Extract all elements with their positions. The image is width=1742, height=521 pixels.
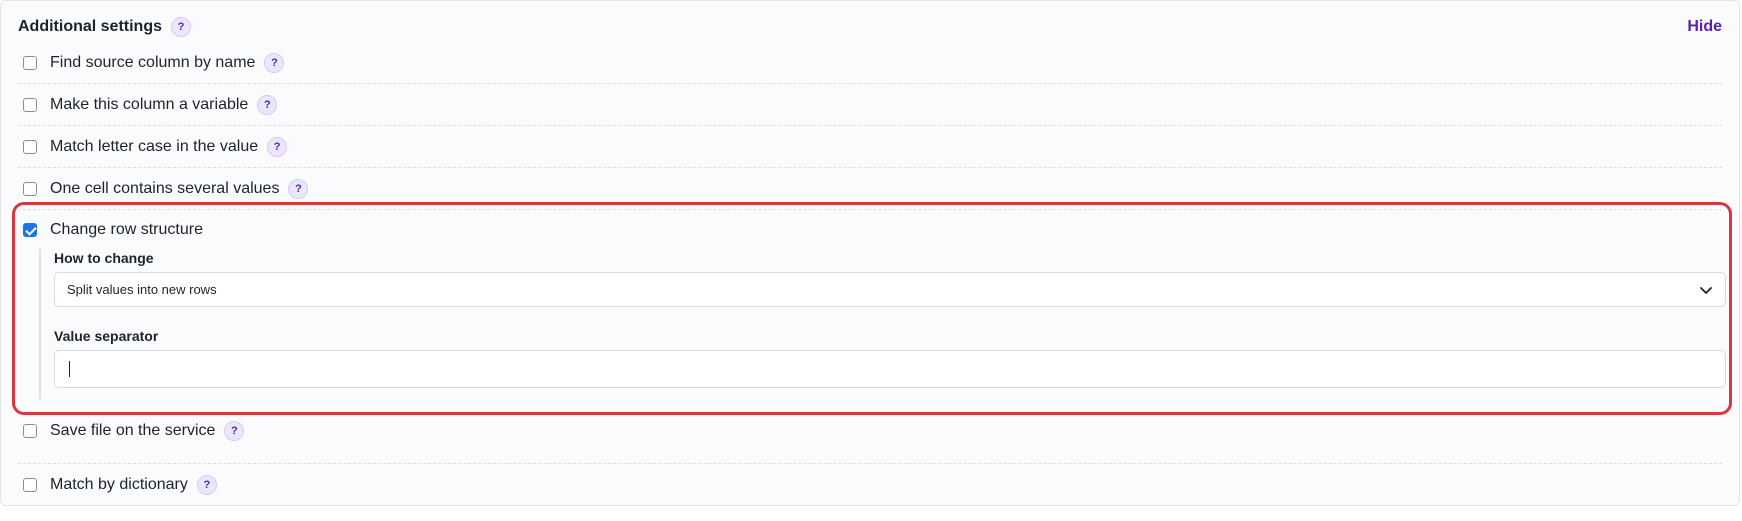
option-label: Match letter case in the value — [50, 138, 259, 155]
help-icon[interactable]: ? — [171, 17, 191, 37]
checkbox-find-source-column[interactable] — [23, 56, 37, 70]
option-make-variable: Make this column a variable ? — [18, 90, 1722, 120]
nested-indent-line — [39, 249, 41, 399]
option-label: One cell contains several values — [50, 180, 280, 197]
how-to-change-label: How to change — [54, 250, 154, 266]
option-label: Change row structure — [50, 221, 203, 238]
select-value: Split values into new rows — [67, 282, 217, 297]
option-label: Match by dictionary — [50, 476, 188, 493]
checkbox-several-values[interactable] — [23, 182, 37, 196]
option-save-file: Save file on the service ? — [18, 416, 1722, 446]
panel-header: Additional settings ? Hide — [18, 15, 1722, 39]
help-icon[interactable]: ? — [267, 137, 288, 157]
help-icon[interactable]: ? — [288, 179, 309, 199]
row-divider — [18, 463, 1722, 464]
option-match-dictionary: Match by dictionary ? — [18, 470, 1722, 500]
option-change-row-structure: Change row structure — [18, 215, 1722, 245]
option-label: Find source column by name — [50, 54, 256, 71]
panel-title: Additional settings — [18, 18, 162, 35]
help-icon[interactable]: ? — [196, 475, 217, 495]
row-divider — [18, 83, 1722, 84]
checkbox-save-file[interactable] — [23, 424, 37, 438]
help-icon[interactable]: ? — [264, 53, 285, 73]
hide-link[interactable]: Hide — [1687, 18, 1722, 36]
text-caret — [69, 361, 70, 377]
option-label: Make this column a variable — [50, 96, 249, 113]
option-match-letter-case: Match letter case in the value ? — [18, 132, 1722, 162]
option-find-source-column: Find source column by name ? — [18, 48, 1722, 78]
row-divider — [18, 167, 1722, 168]
how-to-change-select[interactable]: Split values into new rows — [54, 272, 1726, 307]
checkbox-change-row-structure[interactable] — [23, 223, 37, 237]
additional-settings-panel: Additional settings ? Hide Find source c… — [0, 0, 1740, 506]
help-icon[interactable]: ? — [224, 421, 245, 441]
help-icon[interactable]: ? — [257, 95, 278, 115]
checkbox-match-dictionary[interactable] — [23, 478, 37, 492]
option-label: Save file on the service — [50, 422, 216, 439]
row-divider — [18, 125, 1722, 126]
checkbox-match-letter-case[interactable] — [23, 140, 37, 154]
value-separator-input[interactable] — [54, 350, 1726, 388]
checkbox-make-variable[interactable] — [23, 98, 37, 112]
chevron-down-icon — [1699, 283, 1713, 297]
option-several-values: One cell contains several values ? — [18, 174, 1722, 204]
value-separator-label: Value separator — [54, 328, 159, 344]
